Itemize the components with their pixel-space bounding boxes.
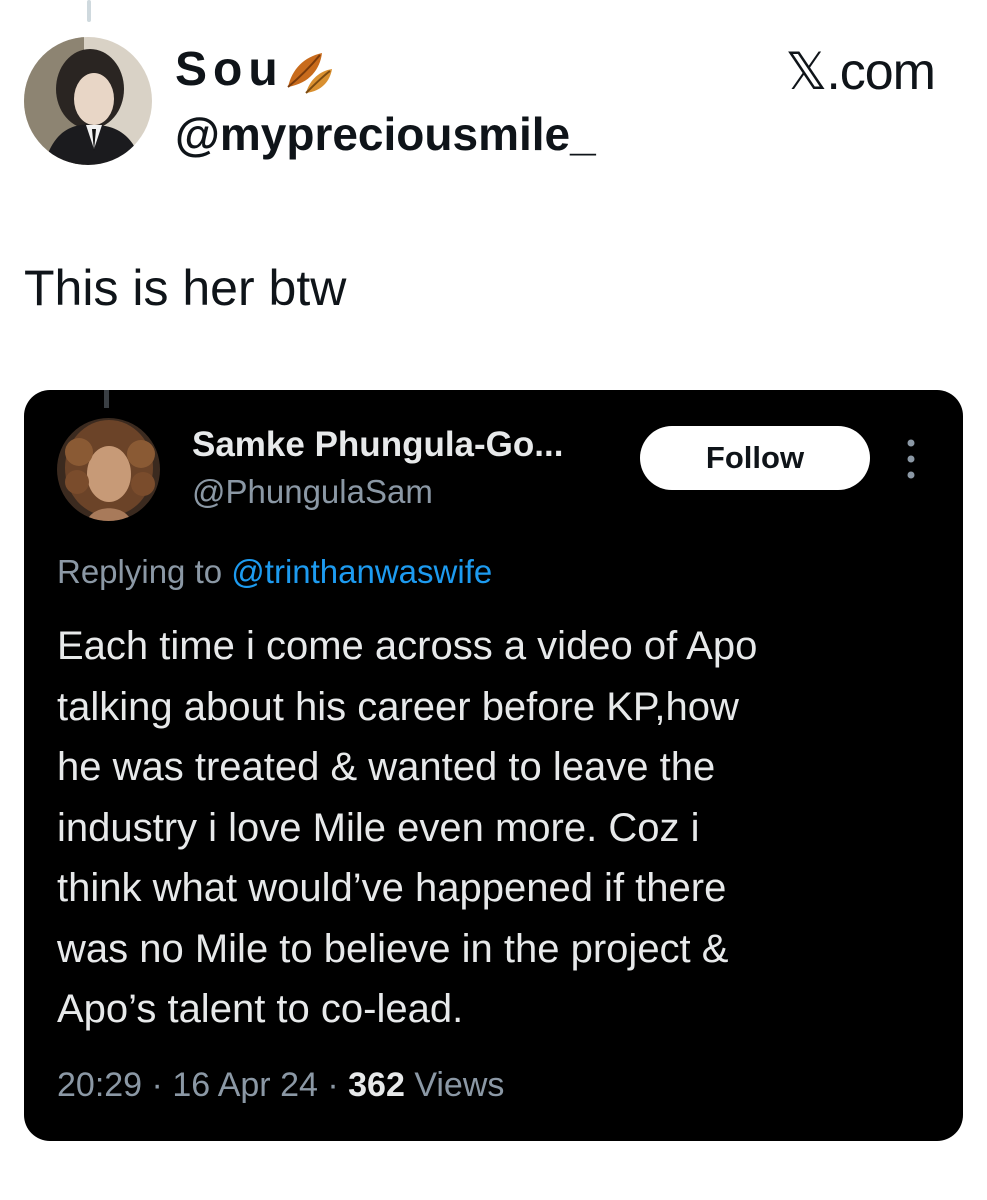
outer-author-name-text: Sou	[175, 43, 284, 96]
replying-to-prefix: Replying to	[57, 553, 223, 590]
replying-to-mention[interactable]: @trinthanwaswife	[231, 553, 492, 590]
outer-author-name[interactable]: Sou	[175, 42, 336, 98]
fallen-leaf-icon	[282, 43, 336, 97]
tweet-meta: 20:29 · 16 Apr 24 · 362 Views	[57, 1063, 504, 1107]
body-line: think what would’ve happened if there	[57, 866, 727, 910]
thread-connector-line	[87, 0, 91, 22]
quoted-tweet-card[interactable]: Samke Phungula-Go... @PhungulaSam Follow…	[24, 390, 963, 1141]
quoted-author-name[interactable]: Samke Phungula-Go...	[192, 424, 563, 466]
views-label: Views	[414, 1066, 505, 1104]
body-line: Each time i come across a video of Apo	[57, 624, 758, 668]
outer-author-handle[interactable]: @mypreciousmile_	[175, 106, 596, 162]
meta-separator: ·	[151, 1066, 163, 1104]
replying-to-line: Replying to @trinthanwaswife	[57, 550, 492, 594]
tweet-time[interactable]: 20:29	[57, 1066, 142, 1104]
quoted-tweet-body: Each time i come across a video of Apo t…	[57, 616, 937, 1040]
card-thread-connector	[104, 390, 109, 408]
more-options-icon[interactable]	[900, 437, 922, 481]
body-line: was no Mile to believe in the project &	[57, 926, 729, 971]
follow-button[interactable]: Follow	[640, 426, 870, 490]
quoted-author-handle[interactable]: @PhungulaSam	[192, 472, 433, 512]
quoted-author-avatar[interactable]	[57, 418, 160, 521]
body-line: industry i love Mile even more. Coz i	[57, 805, 700, 850]
outer-author-avatar[interactable]	[24, 37, 152, 165]
outer-tweet-text: This is her btw	[24, 260, 347, 316]
body-line: talking about his career before KP,how	[57, 684, 739, 729]
body-line: he was treated & wanted to leave the	[57, 745, 716, 789]
views-count: 362	[348, 1066, 405, 1104]
source-watermark: 𝕏.com	[785, 43, 936, 101]
meta-separator: ·	[327, 1066, 339, 1104]
tweet-date[interactable]: 16 Apr 24	[172, 1066, 318, 1104]
body-line: Apo’s talent to co-lead.	[57, 987, 464, 1031]
